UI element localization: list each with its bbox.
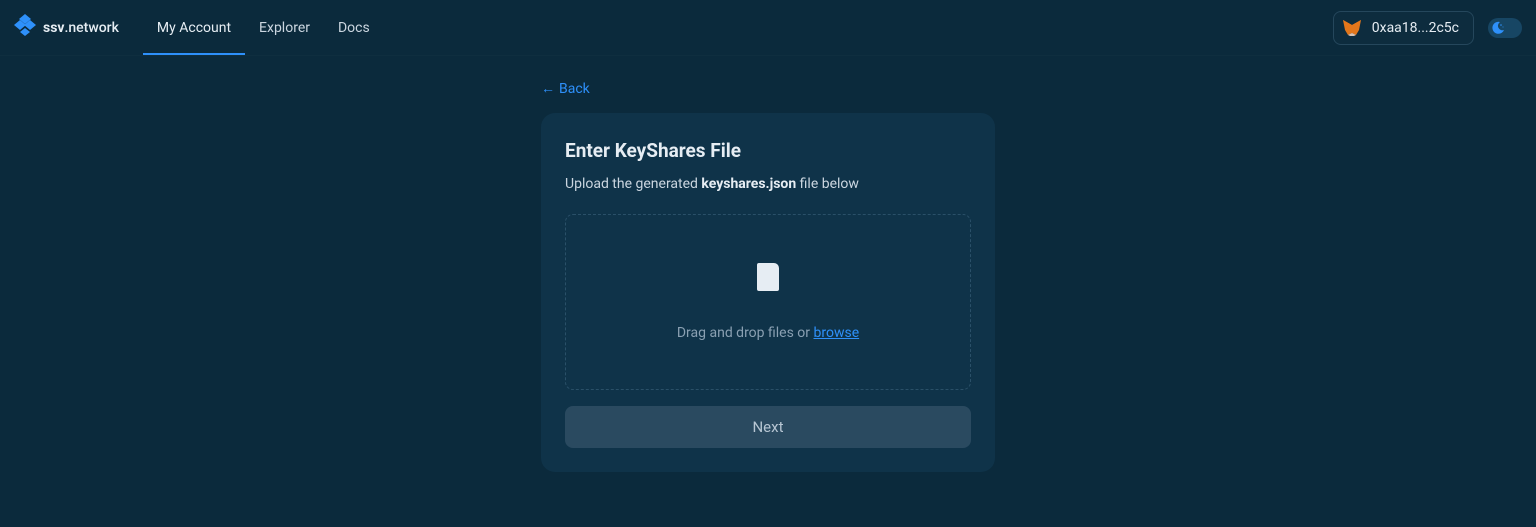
topbar: ssv.network My Account Explorer Docs 0xa… [0,0,1536,56]
moon-icon [1490,20,1506,36]
card-title: Enter KeyShares File [565,139,971,162]
keyshares-card: Enter KeyShares File Upload the generate… [541,113,995,472]
brand-text: ssv.network [43,20,119,36]
file-icon [757,263,779,291]
browse-link[interactable]: browse [814,325,860,341]
main-nav: My Account Explorer Docs [143,0,384,55]
nav-my-account[interactable]: My Account [143,0,245,55]
file-dropzone[interactable]: Drag and drop files or browse [565,214,971,390]
card-subtitle: Upload the generated keyshares.json file… [565,176,971,192]
back-label: Back [559,81,590,97]
theme-toggle[interactable] [1488,18,1522,38]
dropzone-text: Drag and drop files or browse [677,325,859,341]
wallet-address: 0xaa18...2c5c [1372,20,1459,36]
arrow-left-icon: ← [541,80,555,97]
nav-explorer[interactable]: Explorer [245,0,324,55]
brand-logo[interactable]: ssv.network [14,14,119,42]
back-link[interactable]: ← Back [541,80,590,97]
ssv-logo-icon [14,14,36,42]
metamask-icon [1342,18,1362,38]
page-content: ← Back Enter KeyShares File Upload the g… [0,56,1536,472]
wallet-button[interactable]: 0xaa18...2c5c [1333,11,1474,45]
next-button[interactable]: Next [565,406,971,448]
nav-docs[interactable]: Docs [324,0,384,55]
